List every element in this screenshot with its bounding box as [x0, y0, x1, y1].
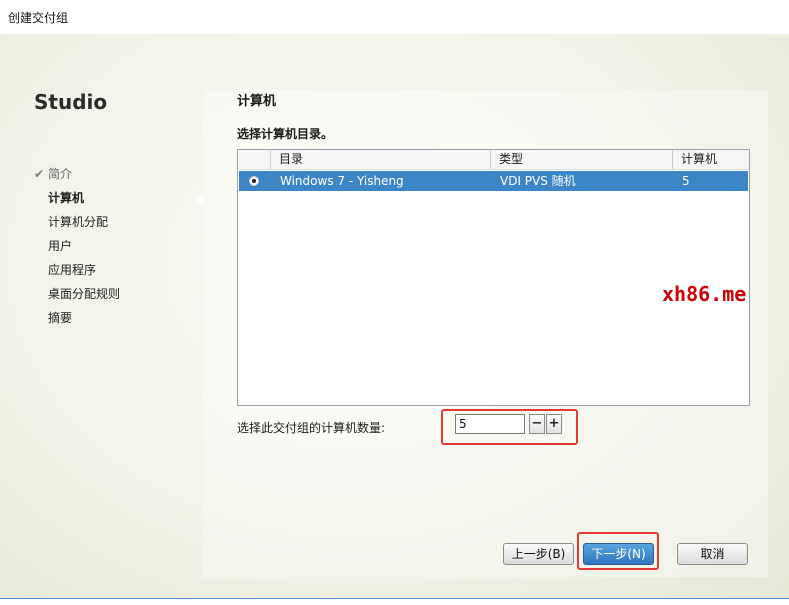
- checkmark-icon: ✔: [34, 167, 45, 181]
- step-summary: 摘要: [34, 310, 120, 334]
- page-subtitle: 选择计算机目录。: [237, 127, 334, 141]
- wizard-steps: ✔ 简介 计算机 计算机分配 用户 应用程序 桌面分配规则 摘要: [34, 166, 120, 334]
- step-machines: 计算机: [34, 190, 120, 214]
- window-title: 创建交付组: [8, 11, 69, 25]
- radio-selected-icon[interactable]: [249, 176, 259, 186]
- row-count: 5: [682, 174, 690, 188]
- next-highlight-box: [577, 532, 659, 570]
- step-label: 摘要: [48, 311, 73, 325]
- header-select: [238, 150, 271, 169]
- header-catalog[interactable]: 目录: [271, 150, 491, 169]
- header-type[interactable]: 类型: [491, 150, 673, 169]
- row-type: VDI PVS 随机: [500, 174, 576, 188]
- step-intro: ✔ 简介: [34, 166, 120, 190]
- step-label: 桌面分配规则: [48, 287, 121, 301]
- step-label: 应用程序: [48, 263, 97, 277]
- machine-count-label: 选择此交付组的计算机数量:: [237, 421, 386, 435]
- table-header: 目录 类型 计算机: [238, 150, 749, 170]
- studio-brand: Studio: [34, 90, 108, 114]
- header-machines[interactable]: 计算机: [673, 150, 749, 169]
- window-bottom-strip: [0, 599, 789, 605]
- step-label: 计算机分配: [48, 215, 109, 229]
- title-bar: 创建交付组: [0, 0, 789, 35]
- catalog-table: 目录 类型 计算机 Windows 7 - Yisheng VDI PVS 随机…: [237, 149, 750, 406]
- row-catalog: Windows 7 - Yisheng: [280, 174, 404, 188]
- step-users: 用户: [34, 238, 120, 262]
- step-applications: 应用程序: [34, 262, 120, 286]
- count-highlight-box: [441, 409, 578, 445]
- step-label: 计算机: [48, 191, 85, 205]
- table-row[interactable]: Windows 7 - Yisheng VDI PVS 随机 5: [239, 171, 748, 191]
- active-step-pointer-icon: [196, 194, 203, 206]
- cancel-button[interactable]: 取消: [677, 543, 748, 565]
- step-label: 用户: [48, 239, 73, 253]
- back-button[interactable]: 上一步(B): [503, 543, 574, 565]
- page-title: 计算机: [237, 94, 277, 109]
- watermark-text: xh86.me: [662, 282, 747, 306]
- step-machine-allocation: 计算机分配: [34, 214, 120, 238]
- step-desktop-rules: 桌面分配规则: [34, 286, 120, 310]
- step-label: 简介: [48, 167, 73, 181]
